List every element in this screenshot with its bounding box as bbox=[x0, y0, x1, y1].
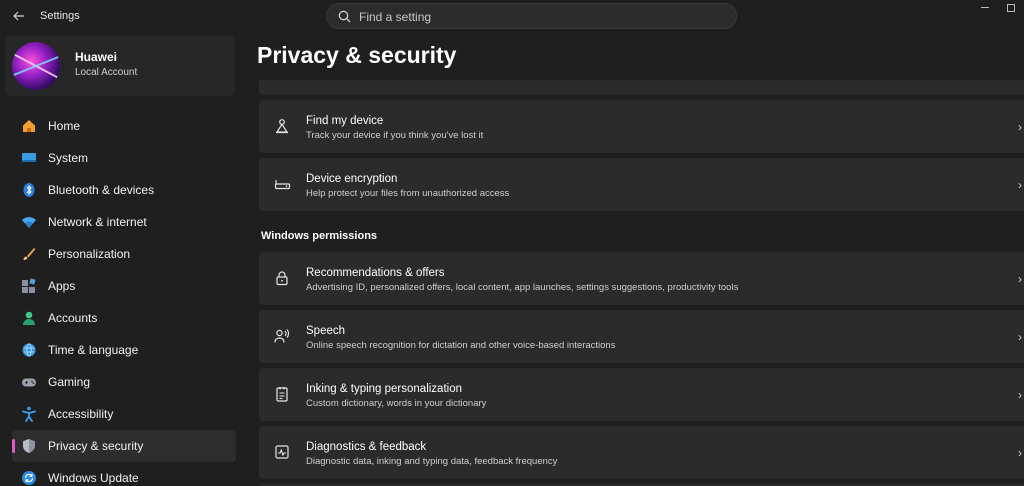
sidebar-item-gaming[interactable]: Gaming bbox=[12, 366, 236, 398]
sidebar-item-bluetooth[interactable]: Bluetooth & devices bbox=[12, 174, 236, 206]
sidebar-item-label: Time & language bbox=[48, 343, 139, 357]
search-icon bbox=[338, 10, 351, 23]
sidebar-item-apps[interactable]: Apps bbox=[12, 270, 236, 302]
bluetooth-icon bbox=[20, 181, 38, 199]
card-subtitle: Diagnostic data, inking and typing data,… bbox=[306, 456, 558, 467]
section-title: Windows permissions bbox=[261, 230, 378, 242]
sidebar-item-label: Personalization bbox=[48, 247, 131, 261]
sidebar-item-label: Home bbox=[48, 119, 81, 133]
sidebar-item-label: Gaming bbox=[48, 375, 91, 389]
minimize-icon bbox=[981, 7, 989, 8]
home-icon bbox=[20, 117, 38, 135]
sidebar-item-network[interactable]: Network & internet bbox=[12, 206, 236, 238]
title-bar: Settings Find a setting bbox=[0, 0, 1024, 32]
card-subtitle: Track your device if you think you've lo… bbox=[306, 130, 484, 141]
search-box[interactable]: Find a setting bbox=[326, 3, 737, 29]
lock-icon bbox=[273, 269, 291, 287]
avatar bbox=[12, 42, 60, 90]
sidebar-item-label: System bbox=[48, 151, 89, 165]
back-button[interactable] bbox=[8, 6, 30, 26]
encryption-icon bbox=[273, 175, 291, 193]
sidebar-item-label: Bluetooth & devices bbox=[48, 183, 155, 197]
diagnostics-icon bbox=[273, 443, 291, 461]
chevron-right-icon: › bbox=[1018, 178, 1022, 192]
card-title: Device encryption bbox=[306, 173, 398, 185]
card-title: Find my device bbox=[306, 115, 384, 127]
chevron-right-icon: › bbox=[1018, 330, 1022, 344]
chevron-right-icon: › bbox=[1018, 446, 1022, 460]
sidebar-item-system[interactable]: System bbox=[12, 142, 236, 174]
sidebar-item-label: Accounts bbox=[48, 311, 98, 325]
settings-card-recommendations-offers[interactable]: Recommendations & offers Advertising ID,… bbox=[259, 252, 1024, 305]
profile-account-type: Local Account bbox=[75, 67, 138, 78]
settings-window: Settings Find a setting Huawei Local Acc… bbox=[0, 0, 1024, 486]
inking-icon bbox=[273, 385, 291, 403]
window-controls bbox=[972, 0, 1024, 16]
accounts-icon bbox=[20, 309, 38, 327]
sidebar-item-windows-update[interactable]: Windows Update bbox=[12, 462, 236, 486]
card-subtitle: Online speech recognition for dictation … bbox=[306, 340, 616, 351]
sidebar-item-label: Accessibility bbox=[48, 407, 114, 421]
sidebar-item-personalization[interactable]: Personalization bbox=[12, 238, 236, 270]
section-header: Windows permissions bbox=[259, 216, 1024, 252]
search-input[interactable]: Find a setting bbox=[359, 10, 431, 24]
profile-name: Huawei bbox=[75, 50, 118, 64]
card-title: Recommendations & offers bbox=[306, 267, 445, 279]
chevron-right-icon: › bbox=[1018, 388, 1022, 402]
sidebar-item-accessibility[interactable]: Accessibility bbox=[12, 398, 236, 430]
card-title: Speech bbox=[306, 325, 346, 337]
card-subtitle: Help protect your files from unauthorize… bbox=[306, 188, 510, 199]
wifi-icon bbox=[20, 213, 38, 231]
chevron-right-icon: › bbox=[1018, 120, 1022, 134]
maximize-button[interactable] bbox=[998, 0, 1024, 16]
card-title: Inking & typing personalization bbox=[306, 383, 462, 395]
settings-content: Find my device Track your device if you … bbox=[259, 80, 1024, 486]
shield-icon bbox=[20, 437, 38, 455]
sidebar-item-time-language[interactable]: Time & language bbox=[12, 334, 236, 366]
sidebar-item-label: Apps bbox=[48, 279, 76, 293]
chevron-right-icon: › bbox=[1018, 272, 1022, 286]
system-icon bbox=[20, 149, 38, 167]
profile-card[interactable]: Huawei Local Account bbox=[5, 36, 235, 96]
sidebar-item-privacy-security[interactable]: Privacy & security bbox=[12, 430, 236, 462]
settings-card-find-my-device[interactable]: Find my device Track your device if you … bbox=[259, 100, 1024, 153]
sidebar-item-label: Network & internet bbox=[48, 215, 147, 229]
card-title: Diagnostics & feedback bbox=[306, 441, 427, 453]
update-icon bbox=[20, 469, 38, 486]
sidebar-item-home[interactable]: Home bbox=[12, 110, 236, 142]
brush-icon bbox=[20, 245, 38, 263]
app-title: Settings bbox=[40, 10, 80, 22]
globe-icon bbox=[20, 341, 38, 359]
back-arrow-icon bbox=[13, 11, 24, 21]
settings-card-inking-typing[interactable]: Inking & typing personalization Custom d… bbox=[259, 368, 1024, 421]
active-indicator bbox=[12, 439, 15, 453]
sidebar-item-accounts[interactable]: Accounts bbox=[12, 302, 236, 334]
settings-card-diagnostics-feedback[interactable]: Diagnostics & feedback Diagnostic data, … bbox=[259, 426, 1024, 479]
accessibility-icon bbox=[20, 405, 38, 423]
maximize-icon bbox=[1007, 4, 1015, 12]
minimize-button[interactable] bbox=[972, 0, 998, 16]
settings-card-speech[interactable]: Speech Online speech recognition for dic… bbox=[259, 310, 1024, 363]
page-title: Privacy & security bbox=[257, 42, 457, 68]
sidebar-nav: Home System Bluetooth & devices Network … bbox=[12, 110, 236, 486]
speech-icon bbox=[273, 327, 291, 345]
settings-card-partial[interactable] bbox=[259, 80, 1024, 95]
card-subtitle: Advertising ID, personalized offers, loc… bbox=[306, 282, 739, 293]
sidebar-item-label: Privacy & security bbox=[48, 439, 144, 453]
card-subtitle: Custom dictionary, words in your diction… bbox=[306, 398, 487, 409]
apps-icon bbox=[20, 277, 38, 295]
settings-card-device-encryption[interactable]: Device encryption Help protect your file… bbox=[259, 158, 1024, 211]
gamepad-icon bbox=[20, 373, 38, 391]
find-device-icon bbox=[273, 117, 291, 135]
sidebar-item-label: Windows Update bbox=[48, 471, 139, 485]
